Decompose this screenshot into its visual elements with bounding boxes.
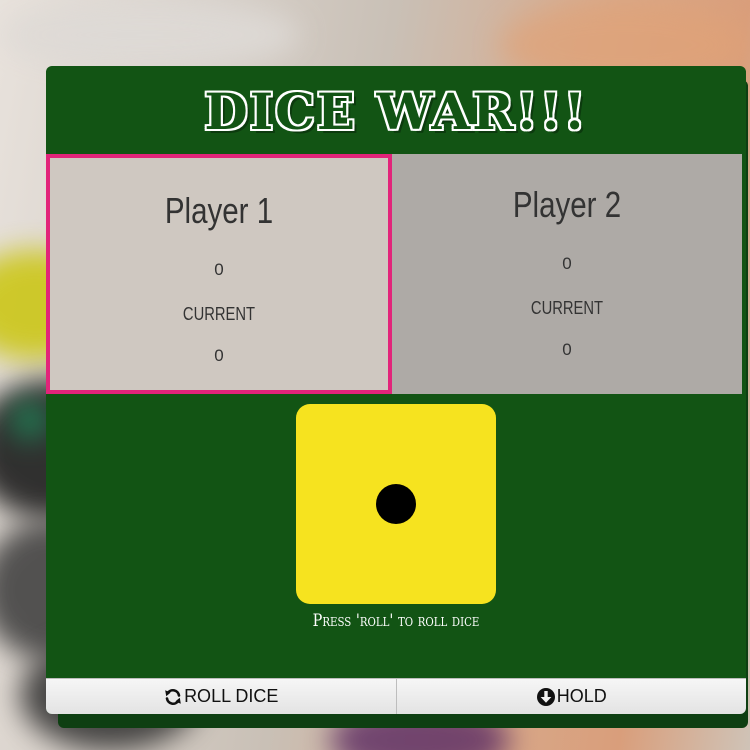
background-blur — [0, 0, 300, 70]
game-board: DICE WAR!!! Player 1 0 CURRENT 0 Player … — [46, 66, 746, 714]
dice-pip — [376, 484, 416, 524]
roll-dice-button[interactable]: ROLL DICE — [46, 678, 397, 714]
refresh-icon — [163, 687, 183, 707]
player-2-score: 0 — [562, 254, 572, 273]
roll-hint: Press 'roll' to roll dice — [312, 611, 480, 631]
dice-face-one — [296, 404, 496, 604]
player-1-score: 0 — [214, 260, 224, 279]
arrow-circle-down-icon — [536, 687, 556, 707]
player-2-current-label: CURRENT — [530, 298, 604, 318]
action-bar: ROLL DICE HOLD — [46, 678, 746, 714]
roll-dice-label: ROLL DICE — [184, 686, 279, 706]
player-1-name: Player 1 — [164, 190, 274, 231]
background-blur — [10, 400, 50, 440]
player-1-current-score: 0 — [214, 346, 224, 365]
hold-button[interactable]: HOLD — [396, 678, 746, 714]
player-1-current-label: CURRENT — [182, 304, 256, 324]
hold-label: HOLD — [556, 686, 607, 706]
player-1-panel: Player 1 0 CURRENT 0 — [46, 154, 392, 394]
player-2-name: Player 2 — [512, 184, 622, 225]
player-2-panel: Player 2 0 CURRENT 0 — [392, 154, 742, 394]
player-2-current-score: 0 — [562, 340, 572, 359]
game-title: DICE WAR!!! — [204, 82, 588, 141]
